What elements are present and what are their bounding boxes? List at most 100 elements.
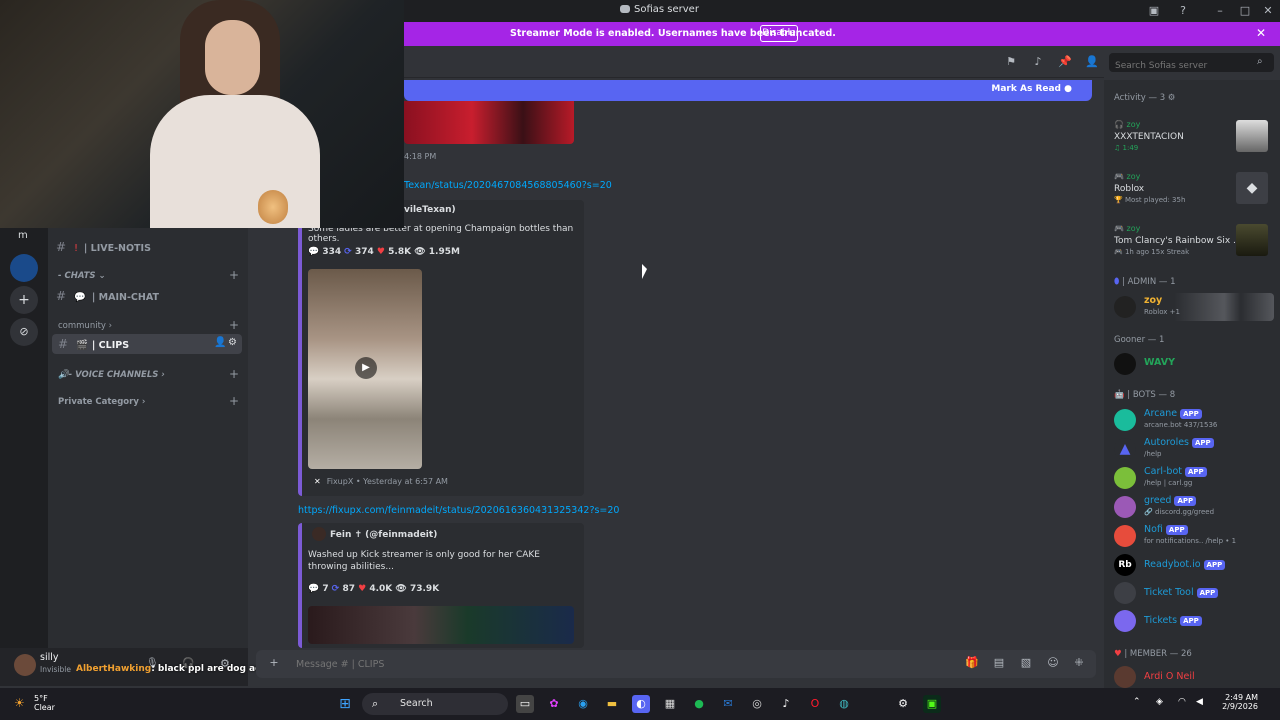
add-channel-icon[interactable]: +: [229, 394, 239, 408]
x-logo-icon: ✕: [314, 477, 321, 486]
spotify-icon[interactable]: ●: [690, 695, 708, 713]
kick-icon[interactable]: ▣: [923, 695, 941, 713]
sticker-icon[interactable]: ▧: [1018, 656, 1034, 672]
member-list: Activity — 3 ⚙ 🎧 zoy XXXTENTACION ♫ 1:49…: [1104, 80, 1280, 690]
bot-carl[interactable]: Carl-bot APP /help | carl.gg: [1104, 464, 1280, 492]
wifi-icon[interactable]: ◠: [1178, 697, 1186, 707]
gif-icon[interactable]: ▤: [991, 656, 1007, 672]
bots-header: 🤖 | BOTS — 8: [1114, 390, 1176, 400]
member-header: ♥ | MEMBER — 26: [1114, 649, 1192, 659]
category-voice-channels[interactable]: 🔊- VOICE CHANNELS ›: [58, 370, 165, 380]
discord-taskbar-icon[interactable]: ◐: [632, 695, 650, 713]
embed-video[interactable]: ▶: [308, 269, 422, 469]
album-art: [1236, 120, 1268, 152]
avatar: [1114, 296, 1136, 318]
gear-icon[interactable]: ⚙: [228, 337, 237, 348]
channel-clips[interactable]: # 🎬 | CLIPS 👤 ⚙: [52, 334, 242, 354]
category-private[interactable]: Private Category ›: [58, 397, 145, 407]
close-button[interactable]: ✕: [1258, 2, 1278, 20]
bot-arcane[interactable]: Arcane APP arcane.bot 437/1536: [1104, 406, 1280, 434]
member-list-icon[interactable]: 👤: [1085, 55, 1099, 69]
activity-item[interactable]: 🎧 zoy XXXTENTACION ♫ 1:49: [1104, 120, 1280, 164]
previous-video-thumbnail[interactable]: [404, 101, 574, 144]
embed-stats: 💬 334 ⟳ 374 ♥ 5.8K 👁 1.95M: [308, 247, 460, 257]
bot-tickets[interactable]: Tickets APP: [1104, 609, 1280, 633]
edge-icon[interactable]: ◉: [574, 695, 592, 713]
bot-readybot[interactable]: Rb Readybot.io APP: [1104, 553, 1280, 577]
minimize-button[interactable]: –: [1210, 2, 1230, 20]
steam-icon[interactable]: ⚙: [894, 695, 912, 713]
help-icon[interactable]: ?: [1173, 2, 1193, 20]
play-icon[interactable]: ▶: [355, 357, 377, 379]
invite-icon[interactable]: 👤: [214, 337, 226, 348]
volume-icon[interactable]: ◀: [1196, 697, 1203, 707]
emoji-icon[interactable]: ☺: [1045, 656, 1061, 672]
weather-widget[interactable]: 5°F Clear: [34, 694, 55, 712]
author-avatar[interactable]: [312, 527, 326, 541]
discord-icon: [620, 5, 630, 13]
mark-as-read-bar[interactable]: Mark As Read ●: [404, 80, 1092, 101]
threads-icon[interactable]: ⚑: [1004, 55, 1018, 69]
tray-overflow-icon[interactable]: ⌃: [1133, 697, 1141, 707]
store-icon[interactable]: ▦: [661, 695, 679, 713]
notification-settings-icon[interactable]: ♪: [1031, 55, 1045, 69]
clock[interactable]: 2:49 AM 2/9/2026: [1218, 693, 1258, 711]
channel-main-chat[interactable]: # 💬 | MAIN-CHAT: [56, 289, 159, 309]
apps-icon[interactable]: ⁜: [1071, 656, 1087, 672]
member-item[interactable]: zoy Roblox +1: [1108, 293, 1274, 321]
app-icon[interactable]: ◎: [748, 695, 766, 713]
add-channel-icon[interactable]: +: [229, 268, 239, 282]
browser-icon[interactable]: ◍: [835, 695, 853, 713]
embed-author-2[interactable]: Fein ✝ (@feinmadeit): [330, 530, 437, 540]
task-view-icon[interactable]: ▭: [516, 695, 534, 713]
opera-icon[interactable]: O: [806, 695, 824, 713]
server-icon[interactable]: [10, 254, 38, 282]
maximize-button[interactable]: □: [1235, 2, 1255, 20]
game-icon: [1236, 224, 1268, 256]
activity-item[interactable]: 🎮 zoy Tom Clancy's Rainbow Six ... 🎮 1h …: [1104, 224, 1280, 268]
member-item[interactable]: WAVY: [1104, 351, 1280, 377]
add-channel-icon[interactable]: +: [229, 367, 239, 381]
add-channel-icon[interactable]: +: [229, 318, 239, 332]
category-community[interactable]: community ›: [58, 321, 112, 331]
bot-nofi[interactable]: Nofi APP for notifications.. /help • 1: [1104, 522, 1280, 550]
disable-button[interactable]: Disable: [760, 25, 798, 42]
network-icon[interactable]: ◈: [1156, 697, 1163, 707]
add-attachment-icon[interactable]: +: [266, 656, 282, 672]
tweet-link-2[interactable]: https://fixupx.com/feinmadeit/status/202…: [298, 505, 619, 516]
mail-icon[interactable]: ✉: [719, 695, 737, 713]
server-letter[interactable]: m: [18, 230, 28, 241]
bot-greed[interactable]: greed APP 🔗 discord.gg/greed: [1104, 493, 1280, 521]
embed-author[interactable]: vileTexan): [404, 205, 456, 215]
avatar: [1114, 666, 1136, 688]
embed-video-2[interactable]: [308, 606, 574, 644]
activity-item[interactable]: 🎮 zoy Roblox 🏆 Most played: 35h ◆: [1104, 172, 1280, 216]
member-item[interactable]: Ardi O Neil: [1104, 665, 1280, 689]
tweet-link[interactable]: Texan/status/2020467084568805460?s=20: [404, 180, 612, 191]
avatar[interactable]: [14, 654, 36, 676]
window-title: Sofias server: [620, 4, 699, 15]
webcam-overlay: [0, 0, 404, 228]
screen-share-icon[interactable]: ▣: [1144, 2, 1164, 20]
tiktok-icon[interactable]: ♪: [777, 695, 795, 713]
taskbar-search[interactable]: ⌕ Search: [362, 693, 508, 715]
search-input[interactable]: [1109, 56, 1249, 76]
user-status: Invisible: [40, 665, 71, 674]
bot-autoroles[interactable]: ▲ Autoroles APP /help: [1104, 435, 1280, 463]
banner-close-icon[interactable]: ✕: [1256, 26, 1266, 40]
pinned-messages-icon[interactable]: 📌: [1058, 55, 1072, 69]
start-icon[interactable]: ⊞: [336, 695, 354, 713]
category-chats[interactable]: - CHATS ⌄: [58, 271, 106, 281]
server-list: m + ⊘: [0, 228, 48, 648]
message-input[interactable]: [296, 656, 796, 672]
file-explorer-icon[interactable]: ▬: [603, 695, 621, 713]
search-box[interactable]: ⌕: [1109, 53, 1274, 76]
channel-live-notis[interactable]: #! | LIVE-NOTIS: [56, 240, 151, 260]
username[interactable]: silly: [40, 652, 59, 663]
weather-icon[interactable]: ☀: [14, 696, 25, 710]
add-server-icon[interactable]: +: [10, 286, 38, 314]
gift-icon[interactable]: 🎁: [964, 656, 980, 672]
copilot-icon[interactable]: ✿: [545, 695, 563, 713]
bot-ticket-tool[interactable]: Ticket Tool APP: [1104, 581, 1280, 605]
discover-icon[interactable]: ⊘: [10, 318, 38, 346]
